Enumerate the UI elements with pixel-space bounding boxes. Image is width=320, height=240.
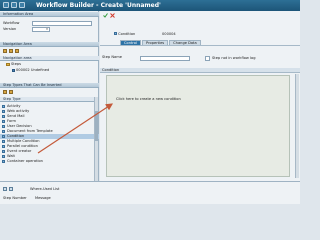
activity-icon (2, 105, 5, 108)
scrollbar-thumb[interactable] (95, 111, 98, 141)
multiple-condition-icon (2, 140, 5, 143)
step-types-header[interactable]: Step Types That Can Be Inserted (0, 83, 99, 88)
event-icon (2, 150, 5, 153)
version-dropdown[interactable]: ▾ (32, 27, 50, 32)
workflow-label: Workflow (3, 21, 20, 25)
expand-icon[interactable] (3, 49, 7, 53)
check-icon[interactable] (103, 13, 108, 18)
collapse-icon[interactable] (9, 49, 13, 53)
tab-divider (100, 45, 300, 46)
navigation-area-subheader: Navigation area (3, 56, 32, 60)
where-used-toolbar-icon[interactable] (3, 187, 7, 191)
condition-hint[interactable]: Click here to create a new condition (116, 97, 181, 102)
information-area-header[interactable]: Information Area (0, 12, 99, 17)
condition-scrollbar[interactable] (295, 74, 299, 178)
condition-icon (2, 135, 5, 138)
step-name-field[interactable] (140, 56, 190, 61)
menu-icon[interactable] (11, 2, 17, 8)
back-icon[interactable] (3, 2, 9, 8)
title-bar: Workflow Builder - Create 'Unnamed' (0, 0, 300, 11)
tree-item-label: 000002 Undefined (16, 68, 50, 72)
sort-icon[interactable] (9, 90, 13, 94)
step-type-list: Activity Web activity Send Mail Form Use… (0, 104, 99, 164)
version-label: Version (3, 27, 17, 31)
right-pane: Condition 000004 Control Properties Chan… (100, 11, 300, 204)
node-icon (12, 69, 15, 72)
decision-icon (2, 125, 5, 128)
where-used-pane: Where-Used List Step Number Message (0, 181, 300, 204)
wait-icon (2, 155, 5, 158)
mail-icon (2, 115, 5, 118)
workflow-field[interactable] (32, 21, 92, 26)
chevron-down-icon: ▾ (46, 27, 48, 31)
step-types-scrollbar[interactable] (94, 97, 98, 192)
step-number: 000004 (162, 32, 176, 36)
left-pane: Information Area Workflow Version ▾ Navi… (0, 11, 99, 204)
navigation-area-title: Navigation Area (3, 42, 32, 46)
form-icon (2, 120, 5, 123)
step-type-label: Condition (118, 32, 136, 36)
tree-item-steps[interactable]: Steps (6, 62, 21, 67)
where-used-refresh-icon[interactable] (9, 187, 13, 191)
condition-icon (114, 32, 117, 35)
step-not-in-log-checkbox[interactable] (205, 56, 210, 61)
document-icon (2, 130, 5, 133)
step-name-label: Step Name (102, 55, 122, 59)
step-type-container-operation[interactable]: Container operation (0, 159, 99, 164)
column-step-number[interactable]: Step Number (3, 196, 27, 201)
exit-icon[interactable] (19, 2, 25, 8)
where-used-title: Where-Used List (30, 187, 60, 191)
tree-item-label: Steps (11, 62, 22, 66)
information-area-title: Information Area (3, 12, 34, 16)
step-types-toolbar (3, 90, 13, 95)
condition-canvas[interactable] (106, 75, 290, 177)
step-type-column-label: Step Type (3, 97, 21, 101)
navigation-toolbar (3, 49, 19, 54)
window-title: Workflow Builder - Create 'Unnamed' (36, 2, 161, 9)
step-type-indicator: Condition (114, 32, 135, 37)
tree-item-undefined-step[interactable]: 000002 Undefined (12, 68, 49, 73)
step-types-title: Step Types That Can Be Inserted (3, 83, 62, 87)
filter-icon[interactable] (3, 90, 7, 94)
find-icon[interactable] (15, 49, 19, 53)
parallel-condition-icon (2, 145, 5, 148)
step-type-label: Container operation (7, 159, 43, 163)
cancel-icon[interactable] (110, 13, 115, 18)
container-icon (2, 160, 5, 163)
web-activity-icon (2, 110, 5, 113)
folder-icon (6, 63, 10, 66)
column-message[interactable]: Message (35, 196, 51, 201)
condition-header-label: Condition (102, 68, 120, 72)
navigation-area-column-header: Navigation area (0, 56, 99, 61)
step-type-column-header: Step Type (0, 97, 94, 102)
condition-header: Condition (100, 68, 300, 73)
step-not-in-log-label: Step not in workflow log (212, 56, 256, 60)
navigation-area-header[interactable]: Navigation Area (0, 42, 99, 47)
